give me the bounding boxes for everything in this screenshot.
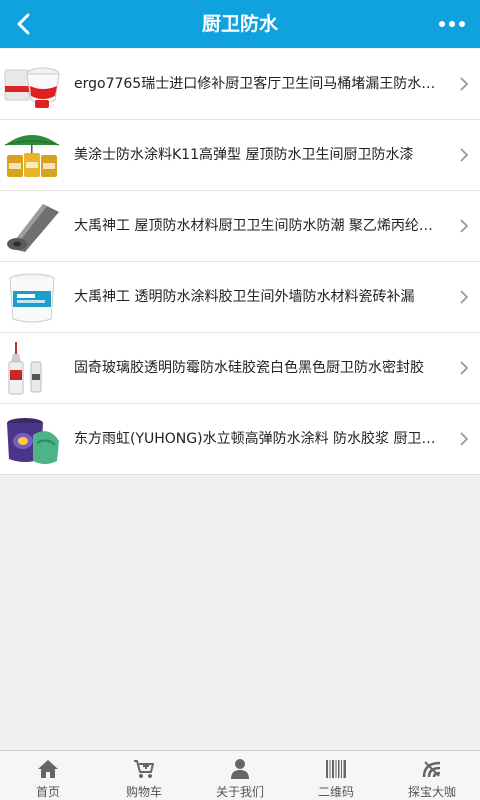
tab-qrcode[interactable]: 二维码 bbox=[288, 751, 384, 800]
product-name: 东方雨虹(YUHONG)水立顿高弹防水涂料 防水胶浆 厨卫防水 bbox=[74, 431, 438, 447]
signal-icon bbox=[422, 761, 441, 778]
grey-membrane-roll-image bbox=[7, 204, 59, 252]
paint-buckets-umbrella-image bbox=[4, 135, 60, 177]
tab-label: 首页 bbox=[35, 785, 60, 799]
chevron-right-icon bbox=[460, 432, 469, 446]
tab-explore[interactable]: 探宝大咖 bbox=[384, 751, 480, 800]
ellipsis-icon bbox=[439, 21, 465, 27]
product-name: 固奇玻璃胶透明防霉防水硅胶瓷白色黑色厨卫防水密封胶 bbox=[74, 360, 424, 376]
tab-about[interactable]: 关于我们 bbox=[192, 751, 288, 800]
cart-icon bbox=[134, 760, 154, 778]
red-white-tub-image bbox=[4, 67, 60, 108]
list-item[interactable]: 固奇玻璃胶透明防霉防水硅胶瓷白色黑色厨卫防水密封胶 bbox=[0, 333, 480, 404]
chevron-right-icon bbox=[460, 361, 469, 375]
chevron-right-icon bbox=[460, 77, 469, 91]
tab-label: 购物车 bbox=[125, 785, 162, 799]
tab-label: 探宝大咖 bbox=[407, 785, 456, 799]
list-item[interactable]: 大禹神工 透明防水涂料胶卫生间外墙防水材料瓷砖补漏 bbox=[0, 262, 480, 333]
product-name: ergo7765瑞士进口修补厨卫客厅卫生间马桶堵漏王防水涂料 bbox=[74, 76, 438, 92]
purple-bucket-green-bag-image bbox=[7, 418, 59, 464]
bottom-tab-bar: 首页 购物车 关于我们 二维码 探宝大咖 bbox=[0, 750, 480, 800]
home-icon bbox=[38, 760, 58, 778]
list-item[interactable]: ergo7765瑞士进口修补厨卫客厅卫生间马桶堵漏王防水涂料 bbox=[0, 49, 480, 120]
product-list: ergo7765瑞士进口修补厨卫客厅卫生间马桶堵漏王防水涂料 美涂士防水涂料K1… bbox=[0, 49, 480, 475]
tab-label: 关于我们 bbox=[215, 785, 264, 799]
chevron-right-icon bbox=[460, 148, 469, 162]
product-name: 大禹神工 屋顶防水材料厨卫卫生间防水防潮 聚乙烯丙纶卷材 bbox=[74, 218, 438, 234]
tab-label: 二维码 bbox=[317, 785, 354, 799]
app-header: 厨卫防水 bbox=[0, 0, 480, 48]
sealant-tube-image bbox=[8, 342, 42, 395]
page-title: 厨卫防水 bbox=[201, 13, 278, 35]
user-icon bbox=[231, 759, 249, 779]
barcode-icon bbox=[326, 760, 346, 778]
product-name: 大禹神工 透明防水涂料胶卫生间外墙防水材料瓷砖补漏 bbox=[74, 289, 415, 305]
chevron-right-icon bbox=[460, 219, 469, 233]
more-button[interactable] bbox=[432, 6, 472, 42]
white-bucket-image bbox=[9, 273, 55, 323]
product-name: 美涂士防水涂料K11高弹型 屋顶防水卫生间厨卫防水漆 bbox=[74, 147, 414, 163]
chevron-right-icon bbox=[460, 290, 469, 304]
list-item[interactable]: 大禹神工 屋顶防水材料厨卫卫生间防水防潮 聚乙烯丙纶卷材 bbox=[0, 191, 480, 262]
tab-cart[interactable]: 购物车 bbox=[96, 751, 192, 800]
tab-home[interactable]: 首页 bbox=[0, 751, 96, 800]
list-item[interactable]: 美涂士防水涂料K11高弹型 屋顶防水卫生间厨卫防水漆 bbox=[0, 120, 480, 191]
list-item[interactable]: 东方雨虹(YUHONG)水立顿高弹防水涂料 防水胶浆 厨卫防水 bbox=[0, 404, 480, 475]
